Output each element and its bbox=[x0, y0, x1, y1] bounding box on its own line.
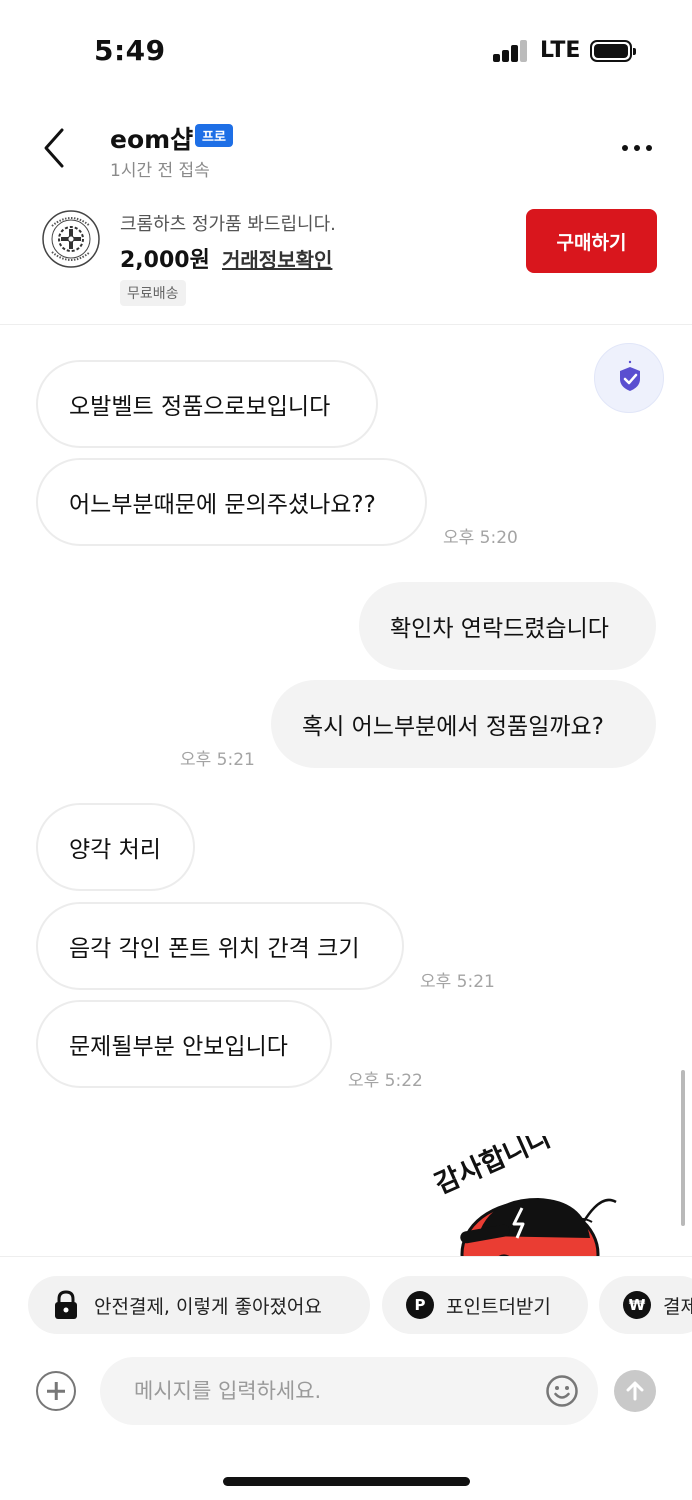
status-time: 5:49 bbox=[94, 34, 166, 67]
network-label: LTE bbox=[540, 38, 581, 63]
pro-badge: 프로 bbox=[195, 124, 233, 147]
sticker-text: 감사합니다 bbox=[430, 1136, 556, 1200]
message-text: 양각 처리 bbox=[69, 837, 161, 863]
chip-label: 결제 bbox=[663, 1295, 692, 1318]
product-title: 크롬하츠 정가품 봐드립니다. bbox=[120, 214, 336, 235]
home-indicator[interactable] bbox=[223, 1477, 470, 1486]
safe-payment-chip[interactable]: 안전결제, 이렇게 좋아졌어요 bbox=[28, 1276, 370, 1334]
message-input[interactable] bbox=[100, 1357, 598, 1425]
buy-button[interactable]: 구매하기 bbox=[526, 209, 657, 273]
product-thumbnail[interactable] bbox=[40, 208, 102, 270]
attach-plus-button[interactable] bbox=[36, 1371, 76, 1411]
payment-chip[interactable]: ₩ 결제 bbox=[599, 1276, 692, 1334]
signal-icon bbox=[493, 40, 529, 62]
message-time: 오후 5:21 bbox=[180, 750, 255, 770]
message-bubble-outgoing[interactable]: 혹시 어느부분에서 정품일까요? bbox=[271, 680, 656, 768]
message-time: 오후 5:21 bbox=[420, 972, 495, 992]
chip-label: 안전결제, 이렇게 좋아졌어요 bbox=[94, 1295, 322, 1318]
message-text: 음각 각인 폰트 위치 간격 크기 bbox=[69, 936, 360, 962]
emoji-button[interactable] bbox=[545, 1374, 579, 1408]
message-text: 확인차 연락드렸습니다 bbox=[390, 616, 609, 642]
header-divider bbox=[0, 324, 692, 325]
shop-name[interactable]: eom샵 bbox=[110, 120, 193, 156]
message-text: 문제될부분 안보입니다 bbox=[69, 1034, 288, 1060]
thank-you-sticker[interactable]: 감사합니다 bbox=[420, 1136, 640, 1256]
message-bubble-incoming[interactable]: 문제될부분 안보입니다 bbox=[36, 1000, 332, 1088]
chevron-left-icon bbox=[44, 128, 64, 168]
chrome-hearts-logo-icon bbox=[42, 210, 100, 268]
message-bubble-incoming[interactable]: 음각 각인 폰트 위치 간격 크기 bbox=[36, 902, 404, 990]
message-time: 오후 5:20 bbox=[443, 528, 518, 548]
smiley-icon bbox=[546, 1375, 578, 1407]
message-time: 오후 5:22 bbox=[348, 1071, 423, 1091]
message-text: 오발벨트 정품으로보입니다 bbox=[69, 394, 331, 420]
arrow-up-icon bbox=[626, 1381, 644, 1401]
scrollbar-thumb[interactable] bbox=[681, 1070, 685, 1226]
thank-you-sticker-art: 감사합니다 bbox=[430, 1136, 617, 1256]
message-bubble-incoming[interactable]: 양각 처리 bbox=[36, 803, 195, 891]
product-price: 2,000원 bbox=[120, 248, 210, 273]
shield-check-icon bbox=[620, 360, 640, 391]
chip-label: 포인트더받기 bbox=[446, 1295, 551, 1318]
last-seen-status: 1시간 전 접속 bbox=[110, 161, 210, 181]
more-options-button[interactable] bbox=[614, 132, 660, 162]
deal-info-link[interactable]: 거래정보확인 bbox=[222, 244, 332, 273]
battery-icon bbox=[590, 40, 636, 62]
message-bubble-incoming[interactable]: 어느부분때문에 문의주셨나요?? bbox=[36, 458, 427, 546]
lock-icon bbox=[55, 1290, 77, 1319]
message-text: 어느부분때문에 문의주셨나요?? bbox=[69, 492, 376, 518]
send-button[interactable] bbox=[614, 1370, 656, 1412]
point-icon: P bbox=[406, 1291, 434, 1319]
more-points-chip[interactable]: P 포인트더받기 bbox=[382, 1276, 588, 1334]
free-shipping-tag: 무료배송 bbox=[120, 280, 186, 306]
back-button[interactable] bbox=[36, 126, 76, 170]
safety-shield-button[interactable] bbox=[594, 343, 664, 413]
message-bubble-outgoing[interactable]: 확인차 연락드렸습니다 bbox=[359, 582, 656, 670]
message-text: 혹시 어느부분에서 정품일까요? bbox=[302, 714, 604, 740]
bottom-divider bbox=[0, 1256, 692, 1257]
message-bubble-incoming[interactable]: 오발벨트 정품으로보입니다 bbox=[36, 360, 378, 448]
won-icon: ₩ bbox=[623, 1291, 651, 1319]
